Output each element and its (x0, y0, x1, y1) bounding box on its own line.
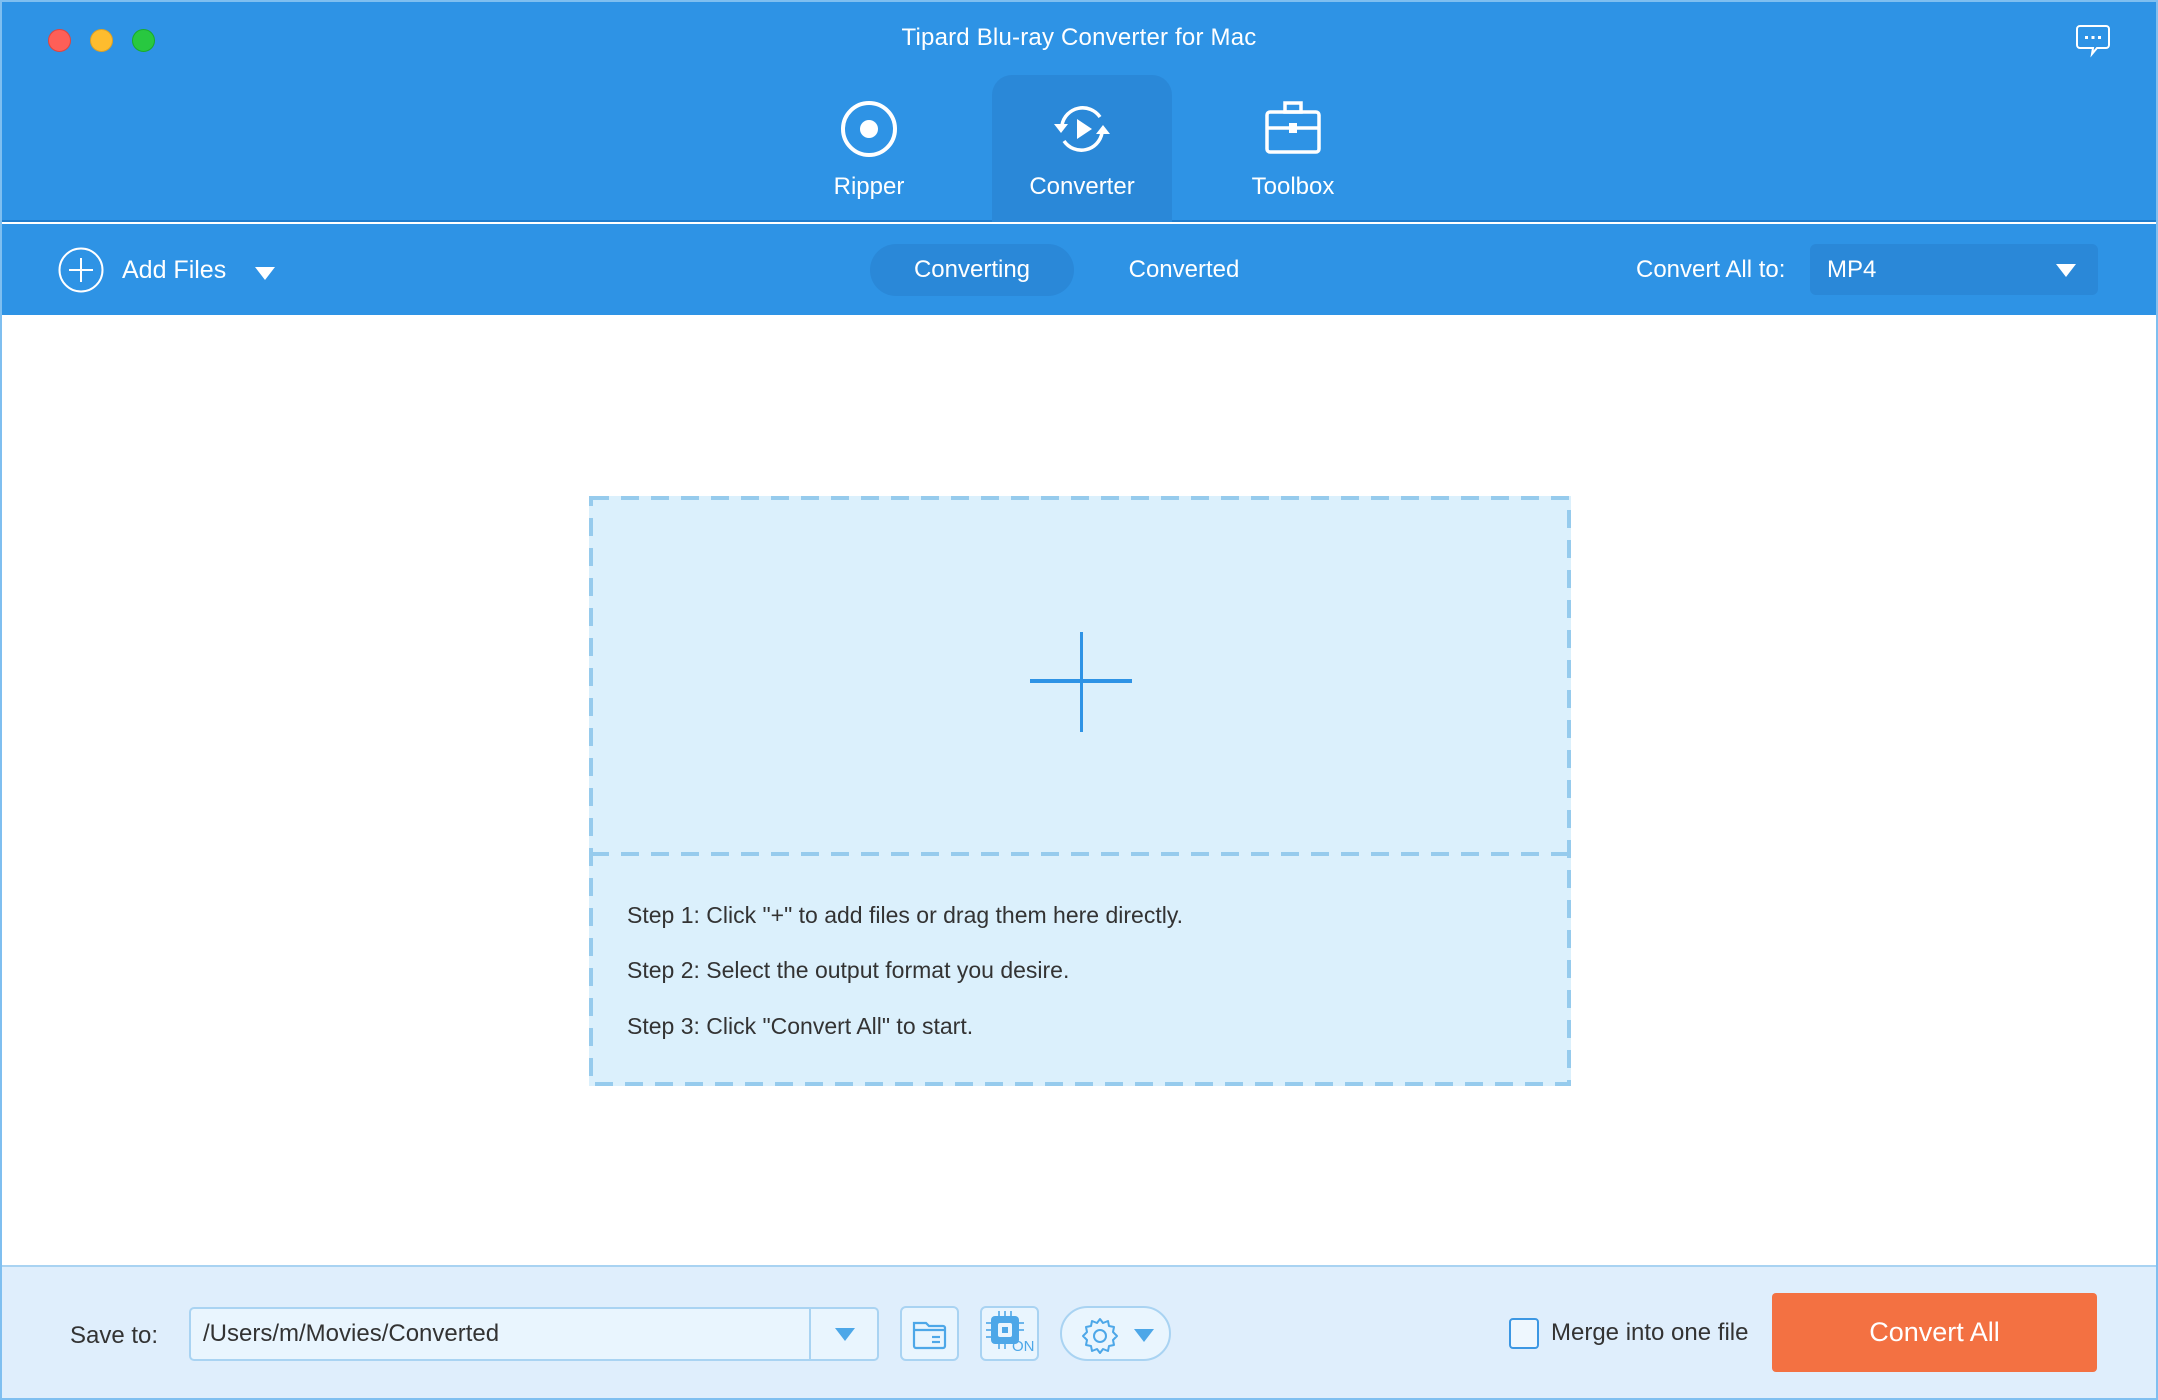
output-format-select[interactable]: MP4 (1810, 244, 2098, 295)
add-files-label: Add Files (122, 255, 227, 284)
app-window: Tipard Blu-ray Converter for Mac Ripper … (0, 0, 2158, 1400)
file-drop-zone[interactable] (589, 496, 1571, 1086)
save-to-label: Save to: (70, 1322, 159, 1349)
gpu-on-badge: ON (1012, 1338, 1035, 1355)
hardware-acceleration-button[interactable]: ON (980, 1306, 1039, 1361)
instruction-step-2: Step 2: Select the output format you des… (627, 957, 1070, 983)
toolbar: Add Files Converting Converted Convert A… (2, 224, 2156, 315)
tab-converter-label: Converter (1029, 173, 1135, 200)
add-files-dropdown-icon[interactable] (255, 267, 275, 280)
merge-label: Merge into one file (1551, 1319, 1749, 1346)
output-format-value: MP4 (1827, 256, 1877, 283)
plus-icon[interactable] (1030, 632, 1132, 732)
chevron-down-icon (1134, 1329, 1154, 1342)
output-settings-button[interactable] (1060, 1306, 1171, 1361)
save-path-dropdown-button[interactable] (811, 1309, 877, 1359)
tab-converting[interactable]: Converting (870, 244, 1074, 296)
open-output-folder-button[interactable] (900, 1306, 959, 1361)
save-path-value: /Users/m/Movies/Converted (203, 1320, 500, 1347)
tab-converted[interactable]: Converted (1102, 244, 1266, 296)
header: Tipard Blu-ray Converter for Mac Ripper … (2, 2, 2156, 222)
chevron-down-icon (835, 1328, 855, 1341)
disc-record-icon (841, 101, 897, 157)
drop-zone-border (589, 496, 1571, 1086)
tab-ripper-label: Ripper (833, 173, 905, 200)
save-path-field[interactable]: /Users/m/Movies/Converted (189, 1307, 879, 1361)
chat-bubble-icon[interactable] (2075, 24, 2111, 58)
chevron-down-icon (2056, 264, 2076, 277)
tab-toolbox-label: Toolbox (1251, 173, 1335, 200)
tab-converter[interactable]: Converter (992, 75, 1172, 222)
tab-toolbox[interactable]: Toolbox (1203, 75, 1383, 222)
merge-checkbox[interactable] (1509, 1317, 1539, 1349)
merge-into-one-file-toggle[interactable]: Merge into one file (1509, 1317, 1748, 1349)
plus-circle-icon (58, 247, 104, 293)
app-title: Tipard Blu-ray Converter for Mac (901, 24, 1257, 51)
convert-all-button[interactable]: Convert All (1772, 1293, 2097, 1372)
gear-icon (1082, 1318, 1118, 1354)
instruction-step-1: Step 1: Click "+" to add files or drag t… (627, 902, 1184, 928)
folder-icon (912, 1321, 947, 1350)
instruction-step-3: Step 3: Click "Convert All" to start. (627, 1013, 974, 1039)
convert-all-to-label: Convert All to: (1636, 256, 1786, 283)
convert-cycle-icon (1054, 106, 1110, 152)
plus-vertical-bar (1080, 632, 1083, 732)
footer-bar: Save to: /Users/m/Movies/Converted ON Me… (2, 1265, 2156, 1398)
tab-ripper[interactable]: Ripper (779, 75, 959, 222)
toolbox-icon (1265, 101, 1321, 154)
add-files-button[interactable]: Add Files (58, 246, 226, 294)
